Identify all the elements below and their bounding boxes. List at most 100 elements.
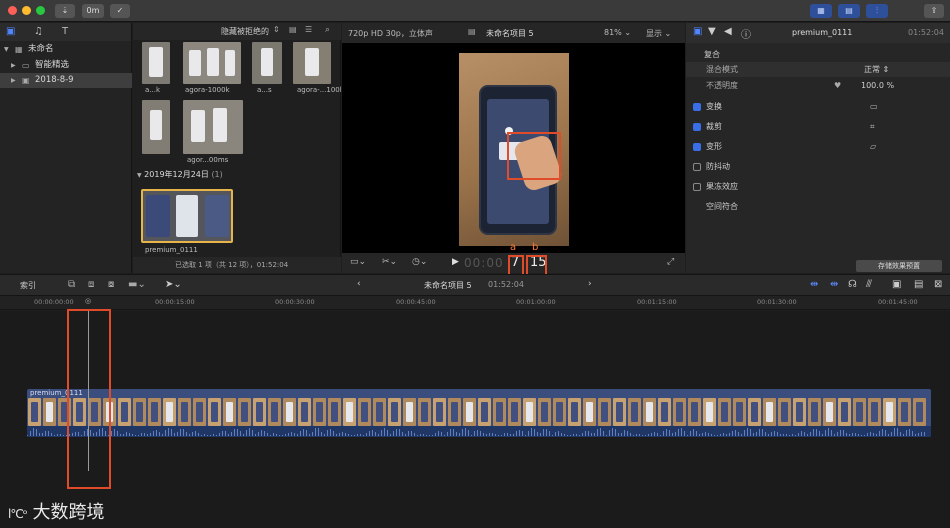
history-forward-icon[interactable]: ›: [588, 279, 592, 289]
disclosure-open-icon[interactable]: ▼: [137, 172, 142, 179]
effects-browser-icon[interactable]: ▤: [914, 279, 923, 290]
annotation-label-a: a: [510, 242, 517, 253]
view-menu[interactable]: 显示 ⌄: [646, 28, 671, 39]
list-view-icon[interactable]: ☰: [305, 25, 312, 34]
audio-skimming-icon[interactable]: ⇹: [830, 279, 838, 290]
selected-clip-thumbnail[interactable]: [141, 189, 233, 243]
timeline-clip[interactable]: premium_0111: [27, 389, 931, 437]
library-item-smart-collections[interactable]: ▶ ▭ 智能精选: [0, 58, 132, 73]
view-options-icon[interactable]: ▭⌄: [350, 257, 366, 267]
transform-row[interactable]: 变换 ▭: [686, 97, 950, 117]
clip-frame: [793, 398, 806, 426]
toggle-browser-button[interactable]: ▦: [810, 4, 832, 18]
library-item-event[interactable]: ▶ ▣ 2018-8-9: [0, 73, 132, 88]
speed-icon[interactable]: ◷⌄: [412, 257, 427, 267]
transform-tool-icon[interactable]: ✂⌄: [382, 257, 397, 267]
rolling-shutter-checkbox[interactable]: [693, 183, 701, 191]
keywords-button[interactable]: 0m: [82, 4, 104, 18]
clip-filmstrip: [27, 398, 931, 426]
play-icon[interactable]: ▶: [452, 257, 459, 267]
import-button[interactable]: ⇣: [55, 4, 75, 18]
clip-frame: [193, 398, 206, 426]
distort-row[interactable]: 变形 ▱: [686, 137, 950, 157]
browser-filter-menu[interactable]: 隐藏被拒绝的: [221, 26, 269, 37]
clip-thumbnail[interactable]: [252, 42, 282, 84]
clip-frame: [718, 398, 731, 426]
minimize-window-button[interactable]: [22, 6, 31, 15]
clip-appearance-icon[interactable]: ▣: [892, 279, 901, 290]
clip-frame: [748, 398, 761, 426]
skimming-icon[interactable]: ⇹: [810, 279, 818, 290]
video-inspector-icon[interactable]: ▣: [693, 26, 702, 37]
clip-thumbnail[interactable]: [293, 42, 331, 84]
disclosure-open-icon[interactable]: ▼: [4, 42, 9, 57]
clip-frame: [463, 398, 476, 426]
info-icon[interactable]: ⓘ: [741, 26, 751, 41]
filmstrip-icon[interactable]: ▤: [289, 25, 297, 34]
view-label: 显示: [646, 29, 662, 38]
history-back-icon[interactable]: ‹: [357, 279, 361, 289]
save-effects-preset-button[interactable]: 存储效果预置: [856, 260, 942, 272]
timeline-index-button[interactable]: 索引: [20, 280, 36, 291]
rolling-shutter-row[interactable]: 果冻效应: [686, 177, 950, 197]
close-window-button[interactable]: [8, 6, 17, 15]
spatial-conform-row[interactable]: 空间符合: [686, 197, 950, 217]
transform-checkbox[interactable]: [693, 103, 701, 111]
insert-clip-icon[interactable]: ⧈: [88, 279, 94, 290]
zoom-window-button[interactable]: [36, 6, 45, 15]
libraries-icon[interactable]: ▣: [6, 26, 15, 37]
append-clip-icon[interactable]: ⧇: [108, 279, 114, 290]
connect-clip-icon[interactable]: ⧉: [68, 279, 75, 290]
transitions-browser-icon[interactable]: ⊠: [934, 279, 942, 290]
clip-frame: [493, 398, 506, 426]
event-group-header[interactable]: ▼ 2019年12月24日 (1): [137, 169, 223, 180]
keyframe-icon[interactable]: ♥: [834, 78, 841, 93]
clip-thumbnail[interactable]: [183, 100, 243, 154]
crop-row[interactable]: 裁剪 ⌗: [686, 117, 950, 137]
crop-checkbox[interactable]: [693, 123, 701, 131]
clip-frame: [208, 398, 221, 426]
select-tool-icon[interactable]: ➤⌄: [165, 279, 182, 290]
disclosure-closed-icon[interactable]: ▶: [11, 58, 16, 73]
sliders-icon: ⫶: [876, 6, 878, 15]
timeline-ruler[interactable]: 00:00:00:00 00:00:15:00 00:00:30:00 00:0…: [0, 296, 950, 310]
crop-tool-icon[interactable]: ⌗: [870, 117, 875, 137]
stabilization-checkbox[interactable]: [693, 163, 701, 171]
timeline-area[interactable]: premium_0111: [0, 309, 950, 528]
chevron-updown-icon[interactable]: ⇕: [273, 25, 280, 34]
distort-tool-icon[interactable]: ▱: [870, 137, 876, 157]
audio-inspector-icon[interactable]: ◀: [724, 26, 732, 37]
background-tasks-button[interactable]: ✓: [110, 4, 130, 18]
clip-frame: [658, 398, 671, 426]
photos-audio-icon[interactable]: ♫: [34, 26, 43, 37]
opacity-value[interactable]: 100.0 %: [861, 78, 894, 93]
playhead-handle-icon[interactable]: ◎: [85, 297, 91, 305]
stabilization-row[interactable]: 防抖动: [686, 157, 950, 177]
transform-tool-icon[interactable]: ▭: [870, 97, 878, 117]
library-item-root[interactable]: ▼ ▦ 未命名: [0, 42, 132, 57]
fullscreen-icon[interactable]: ⤢: [667, 257, 674, 267]
clip-thumbnail[interactable]: [142, 100, 170, 154]
distort-checkbox[interactable]: [693, 143, 701, 151]
color-inspector-icon[interactable]: ▼: [708, 26, 716, 37]
browser-header: 隐藏被拒绝的 ⇕ ▤ ☰ ⌕: [133, 23, 341, 40]
clip-frame: [913, 398, 926, 426]
overwrite-clip-icon[interactable]: ▬⌄: [128, 279, 146, 290]
clip-thumbnail[interactable]: [142, 42, 170, 84]
zoom-menu[interactable]: 81% ⌄: [604, 28, 631, 37]
toggle-inspector-button[interactable]: ⫶: [866, 4, 888, 18]
share-button[interactable]: ⇪: [924, 4, 944, 18]
clip-thumbnail[interactable]: [183, 42, 241, 84]
search-icon[interactable]: ⌕: [325, 25, 330, 35]
toggle-timeline-button[interactable]: ▤: [838, 4, 860, 18]
main-toolbar: ⇣ 0m ✓ ▦ ▤ ⫶ ⇪: [0, 0, 950, 22]
clip-frame: [583, 398, 596, 426]
clip-frame: [508, 398, 521, 426]
solo-headphones-icon[interactable]: ☊: [848, 279, 857, 290]
event-count: (1): [211, 170, 223, 179]
snapping-icon[interactable]: ⫻: [866, 279, 872, 290]
disclosure-closed-icon[interactable]: ▶: [11, 73, 16, 88]
titles-generators-icon[interactable]: T: [62, 26, 68, 37]
clip-frame: [703, 398, 716, 426]
blend-mode-menu[interactable]: 正常 ⇕: [864, 62, 889, 77]
